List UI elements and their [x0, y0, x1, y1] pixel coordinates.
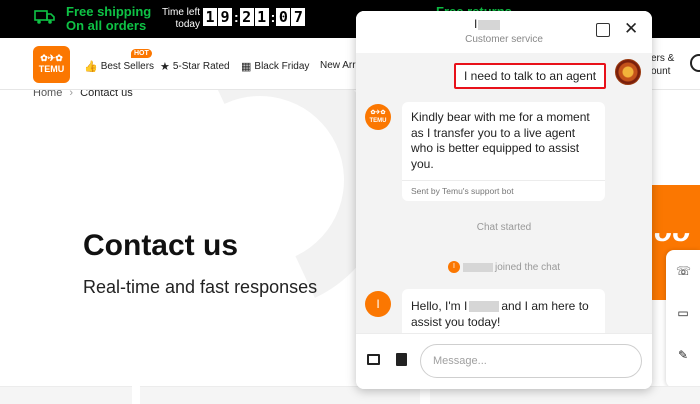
redacted-name — [478, 19, 501, 30]
nav-orders-account[interactable]: ers & ount — [651, 52, 674, 78]
breadcrumb-home[interactable]: Home — [33, 90, 62, 99]
feedback-icon[interactable]: ✎ — [676, 348, 690, 362]
page-subtitle: Real-time and fast responses — [83, 277, 318, 297]
banner-graphic: ᴗᴗ — [651, 215, 694, 248]
free-shipping-text: Free shipping On all orders — [66, 4, 152, 33]
nav-best-sellers[interactable]: 👍 Best Sellers — [84, 60, 154, 73]
time-left-label: Time left today — [162, 7, 200, 30]
logo-mark-icon: ✿✈✿ — [40, 53, 63, 63]
divider — [402, 180, 605, 181]
breadcrumb-separator: › — [69, 90, 74, 99]
agent-message-text: Hello, I'm Iand I am here to assist you … — [411, 299, 589, 329]
calendar-icon: ▦ — [241, 61, 252, 73]
agent-name: I — [474, 17, 501, 31]
temu-logo[interactable]: ✿✈✿ TEMU — [33, 46, 70, 83]
bot-message-text: Kindly bear with me for a moment as I tr… — [411, 110, 590, 171]
user-avatar — [615, 59, 641, 85]
breadcrumb-current: Contact us — [80, 90, 133, 99]
close-icon[interactable]: ✕ — [624, 20, 638, 37]
truck-icon — [34, 10, 55, 24]
chat-bubble-icon[interactable]: ▭ — [676, 306, 690, 320]
bot-avatar: ✿✈✿ TEMU — [365, 104, 391, 130]
side-toolbar: ☏ ▭ ✎ — [666, 250, 700, 388]
chat-window: I Customer service ✕ I need to talk to a… — [356, 11, 652, 389]
agent-joined-notice: I joined the chat — [448, 261, 560, 273]
nav-new-arrivals[interactable]: New Arr — [320, 60, 356, 71]
redacted-name — [463, 262, 493, 272]
logo-mark-icon: ✿✈✿ — [370, 110, 386, 116]
redacted-name — [469, 301, 500, 313]
breadcrumb: Home › Contact us — [33, 90, 133, 99]
message-input[interactable] — [420, 344, 642, 378]
user-message: I need to talk to an agent — [454, 63, 607, 89]
chat-header: I Customer service ✕ — [356, 11, 652, 53]
thumbs-up-icon: 👍 — [84, 61, 98, 73]
hot-badge: HOT — [131, 49, 152, 58]
nav-black-friday[interactable]: ▦ Black Friday — [241, 60, 309, 73]
nav-5-star-rated[interactable]: ★ 5-Star Rated — [160, 60, 230, 73]
chat-started-notice: Chat started — [476, 222, 532, 233]
bot-message-bubble: Kindly bear with me for a moment as I tr… — [402, 102, 605, 201]
page-title: Contact us — [83, 229, 239, 262]
countdown-timer: 1 9 : 2 1 : 0 7 — [203, 8, 306, 26]
agent-dot-avatar: I — [448, 261, 460, 273]
agent-avatar: I — [365, 291, 391, 317]
document-icon[interactable] — [396, 353, 407, 366]
user-icon[interactable] — [690, 54, 700, 72]
image-upload-icon[interactable] — [367, 354, 380, 365]
phone-icon[interactable]: ☏ — [676, 264, 691, 278]
bot-sent-by: Sent by Temu's support bot — [411, 186, 514, 196]
edit-note-icon[interactable] — [596, 23, 610, 37]
star-badge-icon: ★ — [160, 61, 170, 73]
chat-input-bar — [356, 333, 652, 389]
